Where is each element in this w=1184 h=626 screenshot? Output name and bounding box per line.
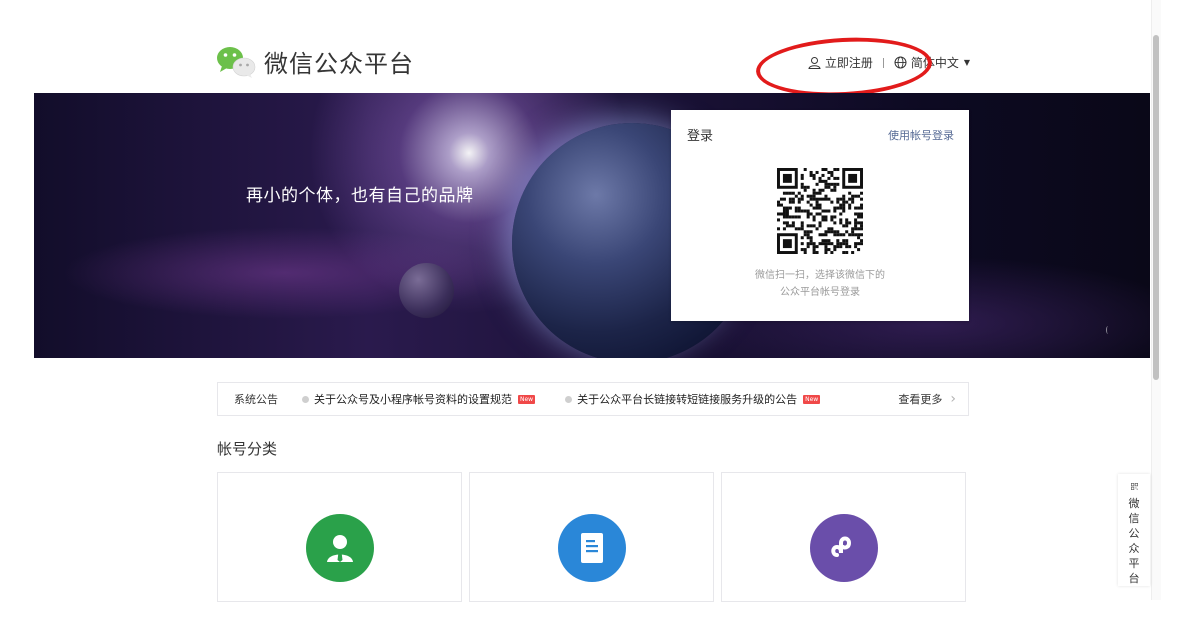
person-icon [327, 535, 353, 562]
notice-item-text: 关于公众平台长链接转短链接服务升级的公告 [577, 393, 798, 406]
mini-program-icon [831, 536, 852, 557]
crescent-mark [1106, 326, 1110, 334]
document-icon [581, 533, 603, 563]
header: 微信公众平台 立即注册 简体中文 ▼ [0, 0, 1150, 93]
divider [882, 57, 884, 68]
logo[interactable]: 微信公众平台 [216, 44, 414, 79]
caret-down-icon: ▼ [963, 58, 970, 67]
login-tip: 微信扫一扫，选择该微信下的 公众平台帐号登录 [671, 267, 969, 301]
category-icon-bg [558, 514, 626, 582]
logo-text: 微信公众平台 [264, 50, 414, 78]
login-title: 登录 [687, 129, 714, 144]
bullet-dot-icon [565, 395, 573, 403]
notice-item[interactable]: 关于公众平台长链接转短链接服务升级的公告 New [565, 391, 821, 407]
account-category-cards [217, 472, 966, 602]
notice-item[interactable]: 关于公众号及小程序帐号资料的设置规范 New [302, 391, 536, 407]
globe-icon [894, 56, 907, 69]
qr-small-icon [1130, 483, 1138, 490]
banner-slogan: 再小的个体，也有自己的品牌 [246, 186, 474, 206]
account-login-link[interactable]: 使用帐号登录 [888, 127, 954, 143]
new-badge: New [518, 394, 536, 404]
notice-label: 系统公告 [234, 393, 278, 406]
login-tip-line1: 微信扫一扫，选择该微信下的 [755, 270, 885, 281]
floating-qr-tab[interactable]: 微信公众平台 [1118, 474, 1150, 586]
small-planet-image [399, 263, 454, 318]
register-label: 立即注册 [824, 56, 873, 70]
view-more-label: 查看更多 [898, 393, 943, 406]
view-more-link[interactable]: 查看更多 › [898, 391, 956, 407]
bullet-dot-icon [302, 395, 309, 403]
qr-code[interactable] [777, 168, 863, 254]
hero-banner: 再小的个体，也有自己的品牌 [34, 93, 1150, 358]
login-panel: 登录 使用帐号登录 微信扫一扫，选择该微信下的 公众平台帐号登录 [671, 110, 969, 321]
wechat-logo-icon [216, 45, 256, 79]
login-tip-line2: 公众平台帐号登录 [780, 287, 860, 298]
side-tab-label: 微信公众平台 [1128, 497, 1140, 585]
chevron-right-icon: › [950, 391, 956, 407]
scrollbar-thumb[interactable] [1153, 35, 1159, 380]
new-badge: New [803, 394, 821, 404]
language-label: 简体中文 [910, 56, 959, 70]
category-card-mini-program[interactable] [721, 472, 966, 602]
top-links: 立即注册 简体中文 ▼ [808, 54, 970, 71]
user-icon [808, 57, 821, 69]
category-icon-bg [810, 514, 878, 582]
register-link[interactable]: 立即注册 [808, 54, 873, 71]
category-card-subscription[interactable] [469, 472, 714, 602]
system-notice-bar: 系统公告 关于公众号及小程序帐号资料的设置规范 New 关于公众平台长链接转短链… [217, 382, 969, 416]
notice-item-text: 关于公众号及小程序帐号资料的设置规范 [314, 393, 512, 406]
section-title: 帐号分类 [217, 440, 278, 458]
category-icon-bg [306, 514, 374, 582]
language-selector[interactable]: 简体中文 ▼ [894, 54, 970, 71]
category-card-service[interactable] [217, 472, 462, 602]
